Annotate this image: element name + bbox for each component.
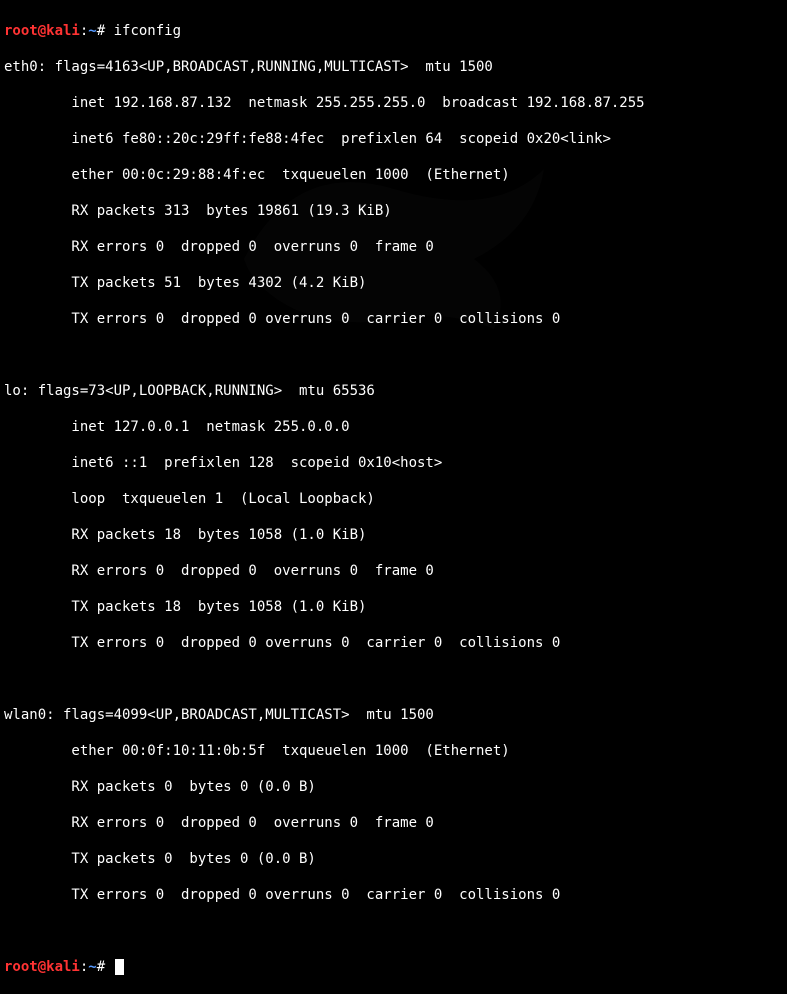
cursor-icon [115,959,124,975]
prompt-colon: : [80,959,88,975]
ifconfig-eth0-rx-packets: RX packets 313 bytes 19861 (19.3 KiB) [4,202,783,220]
ifconfig-wlan0-ether: ether 00:0f:10:11:0b:5f txqueuelen 1000 … [4,742,783,760]
ifconfig-eth0-inet6: inet6 fe80::20c:29ff:fe88:4fec prefixlen… [4,130,783,148]
prompt-user-host: root@kali [4,959,80,975]
prompt-path: ~ [88,23,96,39]
ifconfig-wlan0-tx-packets: TX packets 0 bytes 0 (0.0 B) [4,850,783,868]
ifconfig-wlan0-tx-errors: TX errors 0 dropped 0 overruns 0 carrier… [4,886,783,904]
ifconfig-lo-tx-errors: TX errors 0 dropped 0 overruns 0 carrier… [4,634,783,652]
blank-line [4,346,783,364]
ifconfig-lo-header: lo: flags=73<UP,LOOPBACK,RUNNING> mtu 65… [4,382,783,400]
ifconfig-lo-tx-packets: TX packets 18 bytes 1058 (1.0 KiB) [4,598,783,616]
prompt-path: ~ [88,959,96,975]
ifconfig-lo-inet6: inet6 ::1 prefixlen 128 scopeid 0x10<hos… [4,454,783,472]
ifconfig-wlan0-rx-errors: RX errors 0 dropped 0 overruns 0 frame 0 [4,814,783,832]
prompt-hash: # [97,959,114,975]
ifconfig-eth0-ether: ether 00:0c:29:88:4f:ec txqueuelen 1000 … [4,166,783,184]
ifconfig-wlan0-rx-packets: RX packets 0 bytes 0 (0.0 B) [4,778,783,796]
ifconfig-eth0-rx-errors: RX errors 0 dropped 0 overruns 0 frame 0 [4,238,783,256]
terminal-output[interactable]: root@kali:~# ifconfig eth0: flags=4163<U… [4,4,783,994]
ifconfig-wlan0-header: wlan0: flags=4099<UP,BROADCAST,MULTICAST… [4,706,783,724]
prompt-hash: # [97,23,114,39]
ifconfig-lo-loop: loop txqueuelen 1 (Local Loopback) [4,490,783,508]
ifconfig-lo-rx-packets: RX packets 18 bytes 1058 (1.0 KiB) [4,526,783,544]
prompt-user-host: root@kali [4,23,80,39]
ifconfig-lo-inet: inet 127.0.0.1 netmask 255.0.0.0 [4,418,783,436]
ifconfig-eth0-tx-packets: TX packets 51 bytes 4302 (4.2 KiB) [4,274,783,292]
command-text: ifconfig [114,23,181,39]
blank-line [4,922,783,940]
prompt-line-2[interactable]: root@kali:~# [4,958,783,976]
prompt-line-1: root@kali:~# ifconfig [4,22,783,40]
blank-line [4,670,783,688]
ifconfig-eth0-inet: inet 192.168.87.132 netmask 255.255.255.… [4,94,783,112]
ifconfig-eth0-tx-errors: TX errors 0 dropped 0 overruns 0 carrier… [4,310,783,328]
ifconfig-eth0-header: eth0: flags=4163<UP,BROADCAST,RUNNING,MU… [4,58,783,76]
ifconfig-lo-rx-errors: RX errors 0 dropped 0 overruns 0 frame 0 [4,562,783,580]
